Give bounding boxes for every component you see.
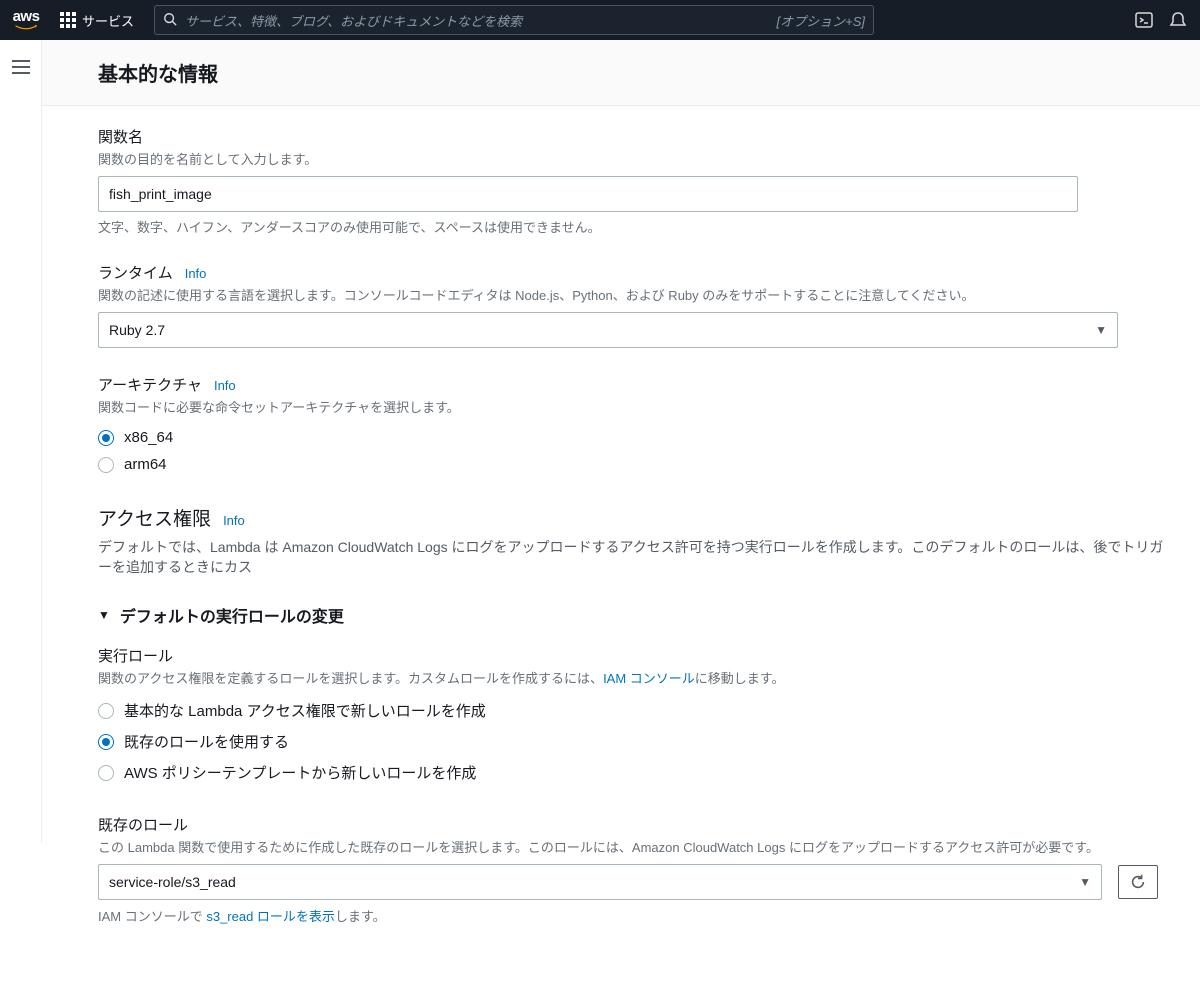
aws-logo[interactable]: aws	[12, 9, 40, 31]
change-default-role-toggle[interactable]: ▼ デフォルトの実行ロールの変更	[98, 603, 1164, 627]
runtime-select[interactable]: Ruby 2.7 ▼	[98, 312, 1118, 348]
architecture-info-link[interactable]: Info	[214, 378, 236, 393]
iam-console-link[interactable]: IAM コンソール	[603, 671, 695, 686]
existing-role-section: 既存のロール この Lambda 関数で使用するために作成した既存のロールを選択…	[98, 814, 1164, 925]
radio-label: AWS ポリシーテンプレートから新しいロールを作成	[124, 762, 476, 783]
header-right	[1134, 10, 1188, 30]
view-role-link[interactable]: s3_read ロールを表示	[206, 909, 335, 924]
permissions-section: アクセス権限 Info デフォルトでは、Lambda は Amazon Clou…	[98, 504, 1164, 577]
exec-role-desc: 関数のアクセス権限を定義するロールを選択します。カスタムロールを作成するには、I…	[98, 668, 1118, 687]
services-button[interactable]: サービス	[52, 7, 142, 34]
function-name-input[interactable]	[98, 176, 1078, 212]
refresh-icon	[1129, 873, 1147, 891]
function-name-desc: 関数の目的を名前として入力します。	[98, 149, 1118, 168]
aws-smile-icon	[12, 25, 40, 31]
radio-label: x86_64	[124, 429, 173, 446]
existing-role-label: 既存のロール	[98, 814, 1164, 835]
exec-role-radio-group: 基本的な Lambda アクセス権限で新しいロールを作成 既存のロールを使用する…	[98, 695, 1118, 788]
exec-role-option-policy-template[interactable]: AWS ポリシーテンプレートから新しいロールを作成	[98, 757, 1118, 788]
chevron-down-icon: ▼	[1079, 875, 1091, 889]
left-rail	[0, 40, 42, 843]
function-name-section: 関数名 関数の目的を名前として入力します。 文字、数字、ハイフン、アンダースコア…	[98, 126, 1118, 236]
main-content: 基本的な情報 関数名 関数の目的を名前として入力します。 文字、数字、ハイフン、…	[42, 40, 1200, 981]
view-role-row: IAM コンソールで s3_read ロールを表示します。	[98, 906, 1164, 925]
services-label: サービス	[82, 11, 134, 30]
permissions-desc: デフォルトでは、Lambda は Amazon CloudWatch Logs …	[98, 537, 1164, 577]
runtime-desc: 関数の記述に使用する言語を選択します。コンソールコードエディタは Node.js…	[98, 285, 1118, 304]
existing-role-select[interactable]: service-role/s3_read ▼	[98, 864, 1102, 900]
permissions-heading: アクセス権限	[98, 504, 211, 531]
panel-body: 関数名 関数の目的を名前として入力します。 文字、数字、ハイフン、アンダースコア…	[58, 106, 1200, 981]
search-icon	[163, 12, 177, 29]
hamburger-icon[interactable]	[12, 60, 30, 74]
radio-label: arm64	[124, 456, 167, 473]
exec-role-option-create-basic[interactable]: 基本的な Lambda アクセス権限で新しいロールを作成	[98, 695, 1118, 726]
architecture-radio-group: x86_64 arm64	[98, 424, 1118, 478]
exec-role-option-use-existing[interactable]: 既存のロールを使用する	[98, 726, 1118, 757]
caret-down-icon: ▼	[98, 608, 110, 622]
search-shortcut: [オプション+S]	[777, 11, 866, 30]
architecture-label: アーキテクチャ	[98, 374, 202, 395]
radio-icon	[98, 430, 114, 446]
notifications-icon[interactable]	[1168, 10, 1188, 30]
permissions-info-link[interactable]: Info	[223, 513, 245, 528]
search-bar[interactable]: サービス、特徴、ブログ、およびドキュメントなどを検索 [オプション+S]	[154, 5, 874, 35]
function-name-help: 文字、数字、ハイフン、アンダースコアのみ使用可能で、スペースは使用できません。	[98, 217, 1118, 236]
refresh-button[interactable]	[1118, 865, 1158, 899]
radio-icon	[98, 703, 114, 719]
radio-icon	[98, 457, 114, 473]
chevron-down-icon: ▼	[1095, 323, 1107, 337]
radio-label: 基本的な Lambda アクセス権限で新しいロールを作成	[124, 700, 486, 721]
radio-icon	[98, 765, 114, 781]
top-header: aws サービス サービス、特徴、ブログ、およびドキュメントなどを検索 [オプシ…	[0, 0, 1200, 40]
architecture-option-arm64[interactable]: arm64	[98, 451, 1118, 478]
architecture-section: アーキテクチャ Info 関数コードに必要な命令セットアーキテクチャを選択します…	[98, 374, 1118, 478]
expand-label: デフォルトの実行ロールの変更	[120, 603, 344, 627]
function-name-label: 関数名	[98, 126, 1118, 147]
architecture-desc: 関数コードに必要な命令セットアーキテクチャを選択します。	[98, 397, 1118, 416]
exec-role-label: 実行ロール	[98, 645, 1118, 666]
radio-label: 既存のロールを使用する	[124, 731, 289, 752]
search-placeholder: サービス、特徴、ブログ、およびドキュメントなどを検索	[185, 11, 769, 30]
runtime-info-link[interactable]: Info	[185, 266, 207, 281]
runtime-section: ランタイム Info 関数の記述に使用する言語を選択します。コンソールコードエデ…	[98, 262, 1118, 348]
exec-role-section: 実行ロール 関数のアクセス権限を定義するロールを選択します。カスタムロールを作成…	[98, 645, 1118, 788]
runtime-value: Ruby 2.7	[109, 322, 165, 338]
runtime-label: ランタイム	[98, 262, 173, 283]
existing-role-desc: この Lambda 関数で使用するために作成した既存のロールを選択します。このロ…	[98, 837, 1164, 856]
architecture-option-x86-64[interactable]: x86_64	[98, 424, 1118, 451]
existing-role-value: service-role/s3_read	[109, 874, 236, 890]
aws-logo-text: aws	[13, 9, 40, 24]
panel-header: 基本的な情報	[42, 40, 1200, 106]
page-title: 基本的な情報	[98, 58, 1164, 87]
radio-icon	[98, 734, 114, 750]
cloudshell-icon[interactable]	[1134, 10, 1154, 30]
services-grid-icon	[60, 12, 76, 28]
